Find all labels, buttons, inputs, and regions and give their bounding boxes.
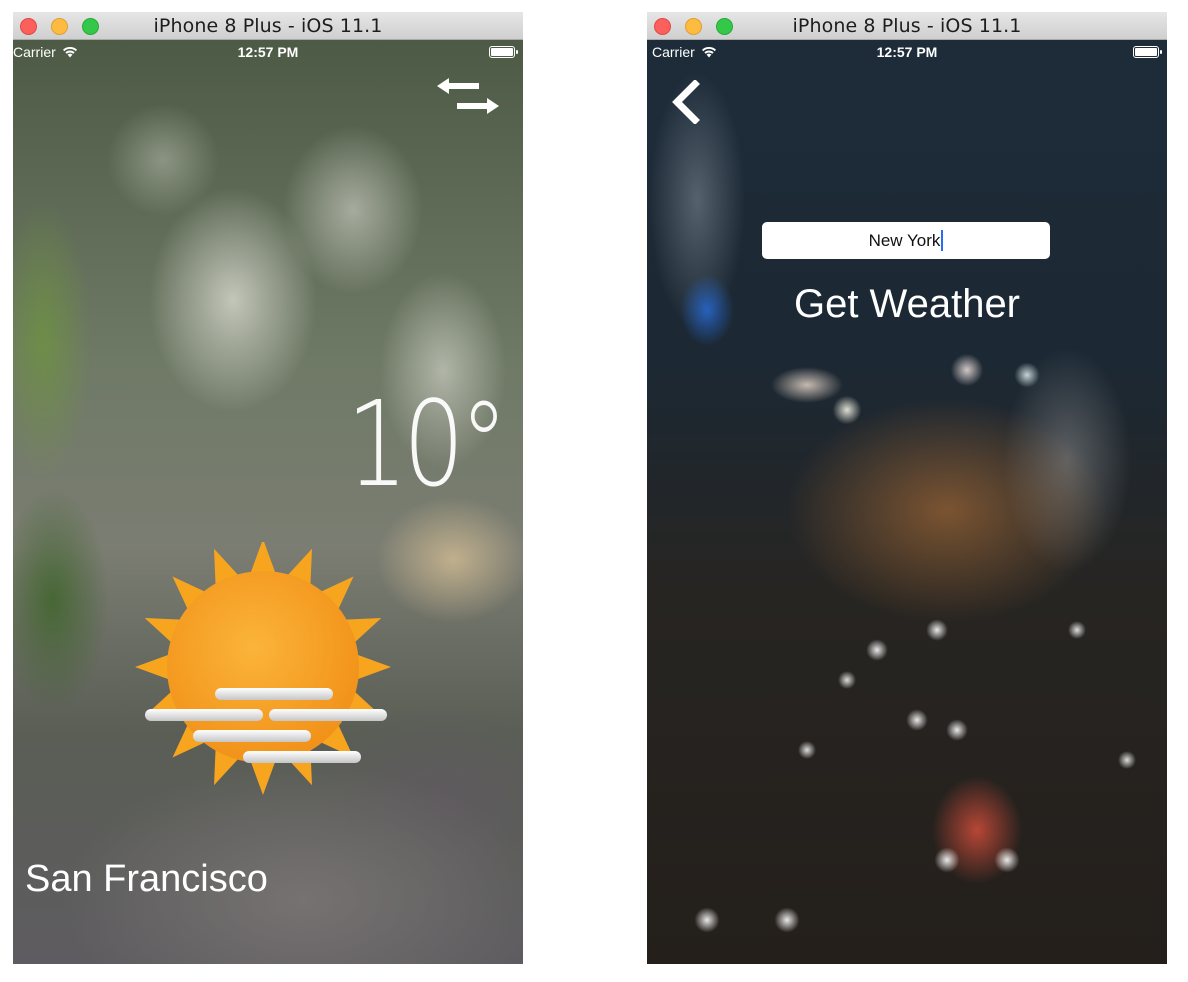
sunny-fog-icon (135, 542, 391, 795)
sun-ray (249, 758, 277, 795)
close-window-button[interactable] (20, 18, 37, 35)
window-titlebar[interactable]: iPhone 8 Plus - iOS 11.1 (13, 12, 523, 40)
zoom-window-button[interactable] (82, 18, 99, 35)
weather-screen: Carrier 12:57 PM 10° San Francisco (13, 40, 523, 964)
text-cursor (941, 230, 944, 251)
minimize-window-button[interactable] (51, 18, 68, 35)
temperature-label: 10° (346, 375, 508, 513)
battery-icon (1133, 46, 1162, 58)
sun-ray (249, 542, 277, 576)
back-chevron-icon[interactable] (669, 80, 701, 124)
status-bar: Carrier 12:57 PM (647, 40, 1167, 66)
get-weather-button[interactable]: Get Weather (647, 282, 1167, 327)
window-title: iPhone 8 Plus - iOS 11.1 (153, 14, 383, 37)
sun-ray (354, 653, 391, 681)
zoom-window-button[interactable] (716, 18, 733, 35)
status-bar: Carrier 12:57 PM (13, 40, 523, 66)
simulator-window-left: iPhone 8 Plus - iOS 11.1 Carrier 12:57 P… (13, 12, 523, 964)
city-input[interactable]: New York (762, 222, 1050, 259)
city-label: San Francisco (25, 858, 268, 900)
status-time: 12:57 PM (876, 44, 938, 60)
change-city-screen: Carrier 12:57 PM New York Get Weather (647, 40, 1167, 964)
battery-icon (489, 46, 518, 58)
simulator-window-right: iPhone 8 Plus - iOS 11.1 Carrier 12:57 P… (647, 12, 1167, 964)
status-time: 12:57 PM (237, 44, 299, 60)
city-input-value: New York (868, 230, 941, 250)
sun-ray (135, 653, 172, 681)
minimize-window-button[interactable] (685, 18, 702, 35)
switch-city-icon[interactable] (435, 76, 501, 120)
close-window-button[interactable] (654, 18, 671, 35)
window-title: iPhone 8 Plus - iOS 11.1 (792, 14, 1022, 37)
window-titlebar[interactable]: iPhone 8 Plus - iOS 11.1 (647, 12, 1167, 40)
